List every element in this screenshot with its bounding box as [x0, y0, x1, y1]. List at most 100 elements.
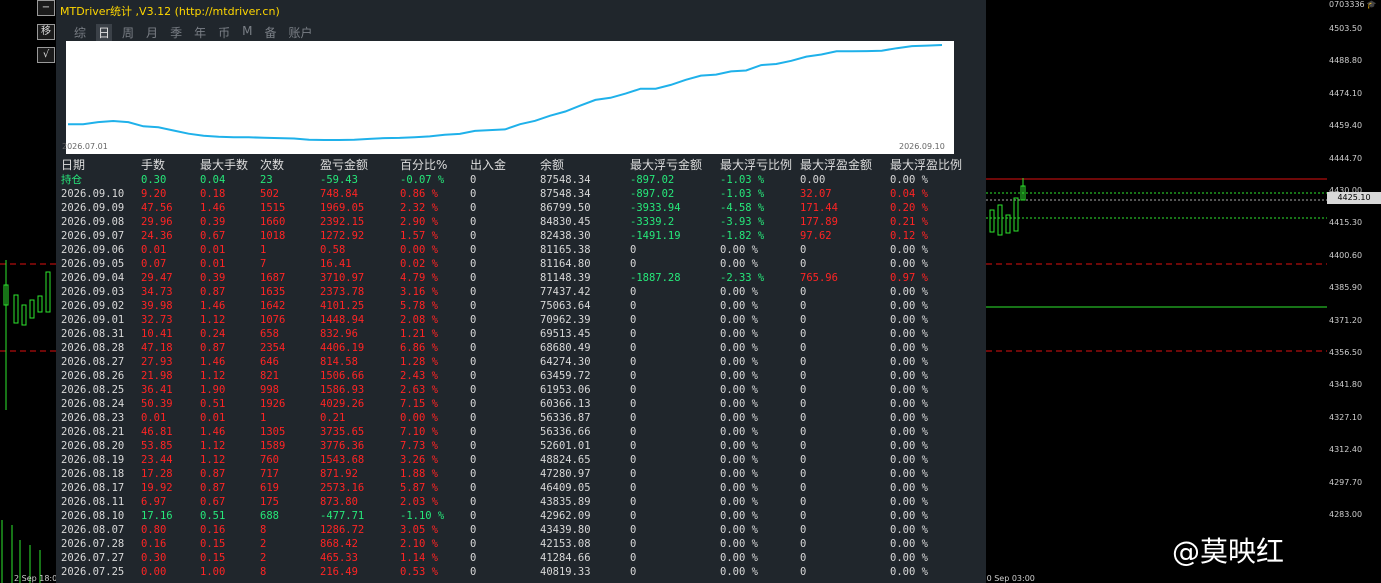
table-cell: 3776.36 [320, 440, 365, 452]
table-cell: 0 [800, 342, 807, 354]
table-cell: 0.00 % [890, 342, 928, 354]
price-tick-label: 4474.10 [1329, 88, 1363, 98]
table-cell: -4.58 % [720, 202, 765, 214]
table-cell: 60366.13 [540, 398, 591, 410]
table-cell: 0 [630, 482, 637, 494]
table-cell: 0.01 [200, 258, 226, 270]
table-cell: 4029.26 [320, 398, 365, 410]
table-cell: 97.62 [800, 230, 832, 242]
table-cell: 0.04 [200, 174, 226, 186]
table-cell: 1.46 [200, 202, 226, 214]
table-cell: 1.46 [200, 356, 226, 368]
table-cell: 0 [800, 440, 807, 452]
table-cell: 2026.07.28 [61, 538, 125, 550]
table-cell: 2026.07.25 [61, 566, 125, 578]
table-cell: 0 [800, 482, 807, 494]
table-cell: 0.00 % [890, 496, 928, 508]
table-cell: 0 [630, 258, 637, 270]
table-cell: 2026.09.05 [61, 258, 125, 270]
price-tick-label: 4444.70 [1329, 153, 1363, 163]
table-cell: 36.41 [141, 384, 173, 396]
table-cell: 0.67 [200, 496, 226, 508]
table-cell: -897.02 [630, 188, 675, 200]
title-bar[interactable]: MTDriver统计 ,V3.12 (http://mtdriver.cn) [56, 0, 986, 20]
table-cell: 0 [470, 454, 477, 466]
table-cell: 0.30 [141, 174, 167, 186]
tab-9[interactable]: 账户 [286, 24, 314, 41]
mtdriver-stats-panel[interactable]: MTDriver统计 ,V3.12 (http://mtdriver.cn) 综… [56, 0, 986, 583]
table-cell: 0.86 % [400, 188, 438, 200]
tab-0[interactable]: 综 [72, 24, 88, 41]
table-cell: 0.00 % [720, 426, 758, 438]
table-cell: 0.00 % [890, 426, 928, 438]
table-cell: 1.14 % [400, 552, 438, 564]
table-cell: 0 [630, 328, 637, 340]
tab-2[interactable]: 周 [120, 24, 136, 41]
table-cell: 0 [800, 454, 807, 466]
column-header: 最大浮盈金额 [800, 158, 873, 172]
table-cell: 868.42 [320, 538, 358, 550]
table-cell: 0.00 % [890, 440, 928, 452]
table-cell: 216.49 [320, 566, 358, 578]
table-cell: 0 [630, 566, 637, 578]
table-cell: -1887.28 [630, 272, 681, 284]
table-cell: 177.89 [800, 216, 838, 228]
table-cell: 1018 [260, 230, 286, 242]
table-cell: 0.02 % [400, 258, 438, 270]
table-cell: 0.00 % [890, 510, 928, 522]
table-cell: 0.00 % [720, 482, 758, 494]
table-cell: 0.21 [320, 412, 346, 424]
tab-6[interactable]: 币 [216, 24, 232, 41]
table-cell: 1926 [260, 398, 286, 410]
table-cell: 2026.09.04 [61, 272, 125, 284]
table-cell: 0.00 % [890, 552, 928, 564]
tab-7[interactable]: M [240, 24, 254, 41]
table-cell: 81164.80 [540, 258, 591, 270]
table-cell: 2026.09.10 [61, 188, 125, 200]
tab-5[interactable]: 年 [192, 24, 208, 41]
weibo-watermark: @莫映红 [1172, 535, 1285, 568]
price-axis: 0703336 🎓 4503.50 4488.80 4474.10 4459.40 444… [1327, 0, 1381, 583]
table-cell: 0 [630, 286, 637, 298]
table-cell: 0 [470, 188, 477, 200]
table-cell: 70962.39 [540, 314, 591, 326]
table-cell: 1543.68 [320, 454, 365, 466]
table-cell: 1272.92 [320, 230, 365, 242]
table-row: 2026.08.17 19.92 0.87 619 2573.16 5.87 % 0 4640… [61, 481, 981, 495]
table-cell: 0.00 % [890, 468, 928, 480]
table-cell: 0.01 [200, 244, 226, 256]
table-cell: -1.03 % [720, 174, 765, 186]
table-cell: 0.00 % [890, 314, 928, 326]
table-cell: -3933.94 [630, 202, 681, 214]
table-cell: 0 [470, 426, 477, 438]
table-cell: 0.00 % [890, 482, 928, 494]
table-cell: 43439.80 [540, 524, 591, 536]
table-cell: 873.80 [320, 496, 358, 508]
table-cell: 0 [800, 524, 807, 536]
table-row: 2026.09.04 29.47 0.39 1687 3710.97 4.79 % 0 811… [61, 271, 981, 285]
table-cell: 2026.08.19 [61, 454, 125, 466]
table-cell: 0.20 % [890, 202, 928, 214]
table-row: 2026.09.05 0.07 0.01 7 16.41 0.02 % 0 81164.80 0… [61, 257, 981, 271]
tab-3[interactable]: 月 [144, 24, 160, 41]
table-cell: -3339.2 [630, 216, 675, 228]
table-cell: 68680.49 [540, 342, 591, 354]
table-cell: 3.05 % [400, 524, 438, 536]
table-row: 2026.09.01 32.73 1.12 1076 1448.94 2.08 % 0 709… [61, 313, 981, 327]
table-cell: 0 [630, 496, 637, 508]
table-cell: 619 [260, 482, 279, 494]
table-cell: 0 [630, 244, 637, 256]
table-cell: 0.00 % [720, 258, 758, 270]
tab-8[interactable]: 备 [262, 24, 278, 41]
table-cell: -59.43 [320, 174, 358, 186]
table-row: 2026.07.25 0.00 1.00 8 216.49 0.53 % 0 40819.33… [61, 565, 981, 579]
table-cell: 0.00 % [400, 244, 438, 256]
table-cell: 0.07 [141, 258, 167, 270]
tab-1[interactable]: 日 [96, 24, 113, 41]
tab-4[interactable]: 季 [168, 24, 184, 41]
table-cell: 1635 [260, 286, 286, 298]
table-cell: 0 [630, 300, 637, 312]
column-header: 次数 [260, 158, 285, 172]
table-cell: 19.92 [141, 482, 173, 494]
account-number: 0703336 🎓 [1329, 0, 1377, 9]
